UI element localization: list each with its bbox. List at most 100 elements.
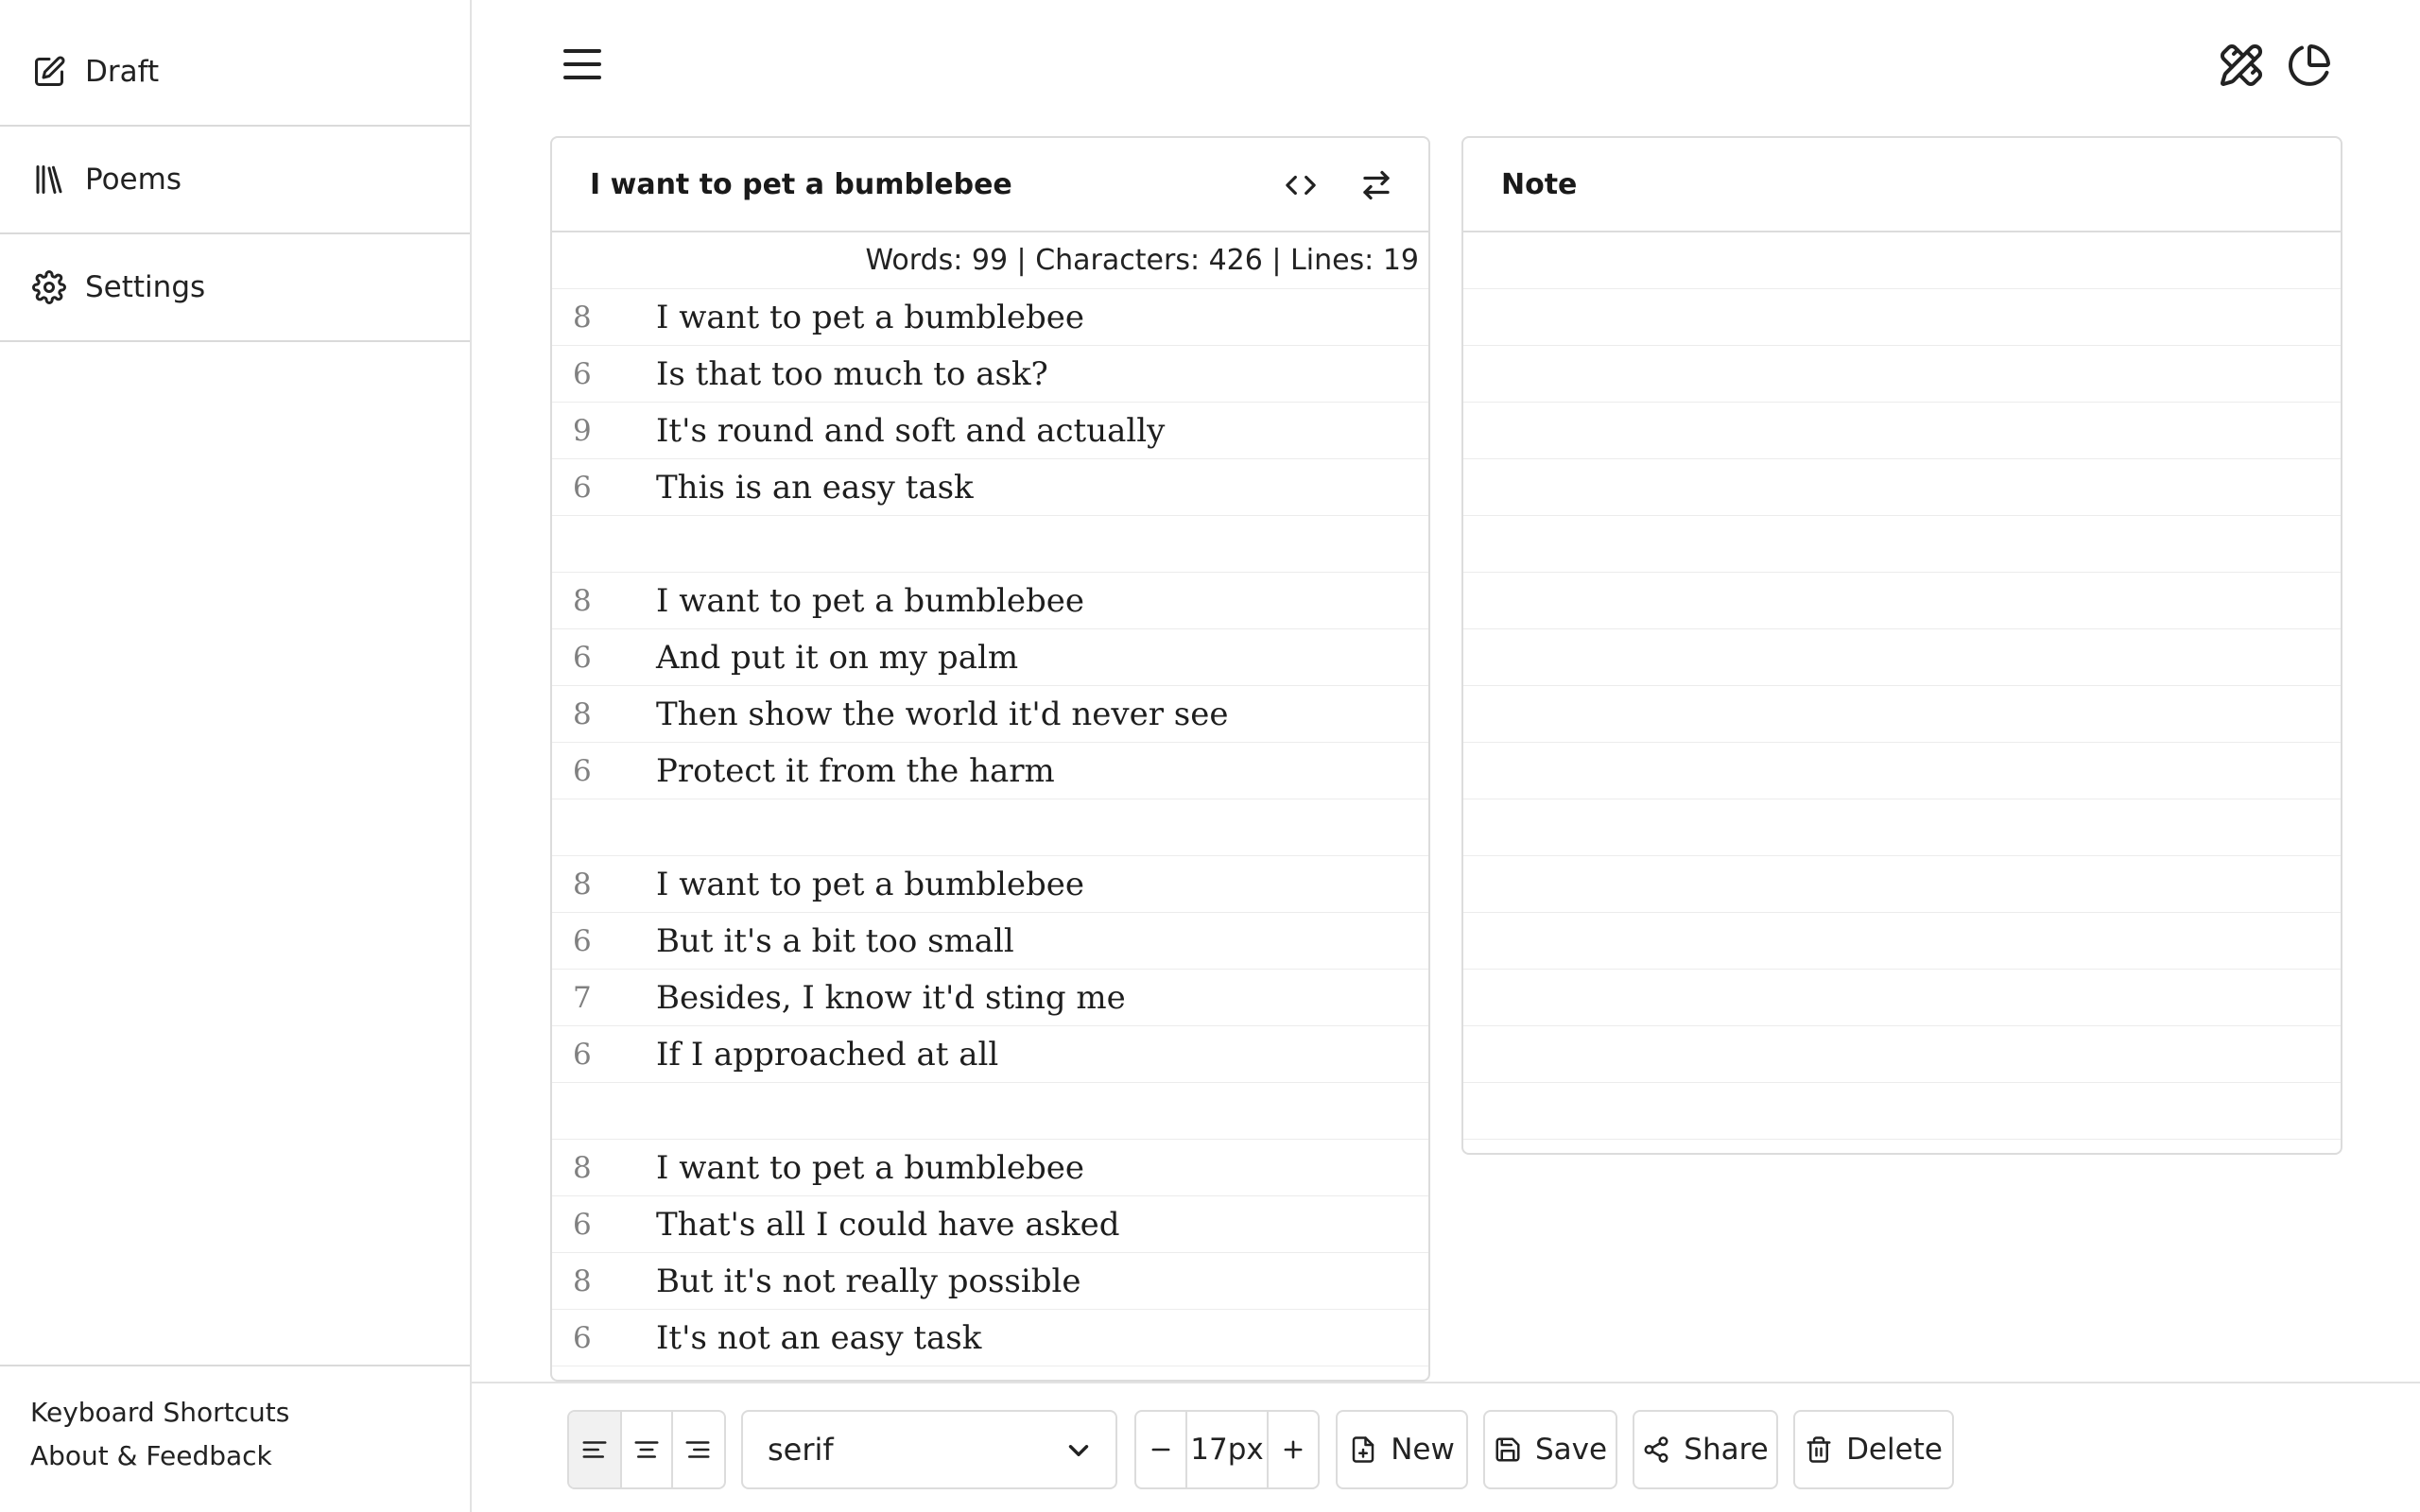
note-title: Note — [1501, 167, 1578, 201]
poem-line[interactable]: 9 It's round and soft and actually — [552, 403, 1428, 459]
swap-button[interactable] — [1356, 164, 1397, 206]
new-button[interactable]: New — [1336, 1410, 1468, 1489]
decrease-font-button[interactable] — [1136, 1412, 1185, 1487]
poem-line[interactable]: 6 But it's a bit too small — [552, 913, 1428, 970]
note-row[interactable] — [1463, 856, 2341, 913]
sidebar-item-draft[interactable]: Draft — [0, 19, 470, 127]
note-row[interactable] — [1463, 232, 2341, 289]
poem-line[interactable]: 8 But it's not really possible — [552, 1253, 1428, 1310]
line-text: Is that too much to ask? — [656, 354, 1048, 393]
align-center-icon — [634, 1441, 659, 1458]
pie-chart-icon — [2289, 44, 2330, 86]
delete-button[interactable]: Delete — [1793, 1410, 1954, 1489]
poem-panel: I want to pet a bumblebee Words: 99 | Ch… — [550, 136, 1430, 1382]
syllable-count: 8 — [573, 1263, 592, 1298]
note-row[interactable] — [1463, 289, 2341, 346]
font-select-value: serif — [768, 1432, 834, 1468]
syllable-count: 8 — [573, 867, 592, 902]
align-right-button[interactable] — [671, 1412, 722, 1487]
syllable-count: 6 — [573, 923, 592, 958]
poem-line[interactable]: 8 I want to pet a bumblebee — [552, 856, 1428, 913]
note-row[interactable] — [1463, 1026, 2341, 1083]
line-text: I want to pet a bumblebee — [656, 298, 1085, 336]
menu-button[interactable] — [562, 45, 603, 83]
minus-icon — [1151, 1448, 1170, 1452]
line-text: I want to pet a bumblebee — [656, 581, 1085, 620]
stats-button[interactable] — [2286, 42, 2333, 89]
poem-line[interactable]: 6 If I approached at all — [552, 1026, 1428, 1083]
new-button-label: New — [1391, 1433, 1455, 1467]
share-icon — [1644, 1436, 1668, 1463]
library-icon — [32, 163, 66, 197]
font-select[interactable]: serif — [741, 1410, 1117, 1489]
note-row[interactable] — [1463, 459, 2341, 516]
bottom-toolbar: serif 17px New Save Share Delete — [472, 1382, 2420, 1512]
sidebar-item-poems[interactable]: Poems — [0, 127, 470, 234]
delete-button-label: Delete — [1846, 1433, 1943, 1467]
note-row[interactable] — [1463, 573, 2341, 629]
line-text: But it's not really possible — [656, 1262, 1081, 1300]
syllable-count: 6 — [573, 1207, 592, 1242]
poem-line[interactable]: 8 I want to pet a bumblebee — [552, 573, 1428, 629]
note-row[interactable] — [1463, 629, 2341, 686]
poem-line[interactable]: 6 It's not an easy task — [552, 1310, 1428, 1366]
line-text: But it's a bit too small — [656, 921, 1014, 960]
syllable-count: 6 — [573, 1037, 592, 1072]
sidebar-item-label: Settings — [85, 270, 206, 304]
poem-line[interactable]: 8 I want to pet a bumblebee — [552, 1140, 1428, 1196]
code-view-button[interactable] — [1280, 164, 1322, 206]
poem-line[interactable]: 6 Is that too much to ask? — [552, 346, 1428, 403]
keyboard-shortcuts-link[interactable]: Keyboard Shortcuts — [30, 1391, 470, 1435]
increase-font-button[interactable] — [1267, 1412, 1318, 1487]
poem-line[interactable] — [552, 516, 1428, 573]
share-button[interactable]: Share — [1633, 1410, 1778, 1489]
note-row[interactable] — [1463, 346, 2341, 403]
poem-line[interactable] — [552, 799, 1428, 856]
poem-stats: Words: 99 | Characters: 426 | Lines: 19 — [552, 232, 1428, 289]
align-left-button[interactable] — [569, 1412, 620, 1487]
poem-line[interactable]: 6 And put it on my palm — [552, 629, 1428, 686]
note-row[interactable] — [1463, 516, 2341, 573]
sidebar-item-label: Draft — [85, 55, 160, 89]
poem-line[interactable]: 6 This is an easy task — [552, 459, 1428, 516]
note-area[interactable] — [1463, 232, 2341, 1140]
font-size-stepper: 17px — [1134, 1410, 1320, 1489]
syllable-count: 8 — [573, 300, 592, 335]
swap-arrows-icon — [1363, 170, 1390, 200]
poem-title[interactable]: I want to pet a bumblebee — [590, 168, 1012, 201]
syllable-count: 6 — [573, 1320, 592, 1355]
trash-icon — [1806, 1436, 1831, 1463]
sidebar-item-settings[interactable]: Settings — [0, 234, 470, 342]
syllable-count: 6 — [573, 356, 592, 391]
chevron-down-icon — [1068, 1445, 1089, 1456]
line-text: It's not an easy task — [656, 1318, 982, 1357]
poem-line[interactable]: 8 I want to pet a bumblebee — [552, 289, 1428, 346]
align-left-icon — [582, 1441, 607, 1458]
note-row[interactable] — [1463, 799, 2341, 856]
syllable-count: 8 — [573, 696, 592, 731]
note-row[interactable] — [1463, 1083, 2341, 1140]
plus-icon — [1284, 1440, 1303, 1459]
poem-line[interactable] — [552, 1083, 1428, 1140]
note-row[interactable] — [1463, 913, 2341, 970]
note-row[interactable] — [1463, 686, 2341, 743]
poem-lines[interactable]: 8 I want to pet a bumblebee 6 Is that too m… — [552, 289, 1428, 1366]
align-right-icon — [685, 1441, 710, 1458]
poem-line[interactable]: 6 Protect it from the harm — [552, 743, 1428, 799]
syllable-count: 7 — [573, 980, 592, 1015]
align-center-button[interactable] — [620, 1412, 671, 1487]
note-row[interactable] — [1463, 403, 2341, 459]
note-row[interactable] — [1463, 743, 2341, 799]
syllable-count: 8 — [573, 1150, 592, 1185]
save-button[interactable]: Save — [1483, 1410, 1617, 1489]
about-feedback-link[interactable]: About & Feedback — [30, 1435, 470, 1478]
line-text: That's all I could have asked — [656, 1205, 1120, 1244]
poem-line[interactable]: 6 That's all I could have asked — [552, 1196, 1428, 1253]
design-tools-button[interactable] — [2218, 42, 2265, 89]
sidebar-nav: Draft Poems Settings — [0, 19, 470, 342]
poem-line[interactable]: 7 Besides, I know it'd sting me — [552, 970, 1428, 1026]
save-button-label: Save — [1534, 1433, 1608, 1467]
poem-line[interactable]: 8 Then show the world it'd never see — [552, 686, 1428, 743]
note-row[interactable] — [1463, 970, 2341, 1026]
hamburger-icon — [563, 49, 601, 79]
